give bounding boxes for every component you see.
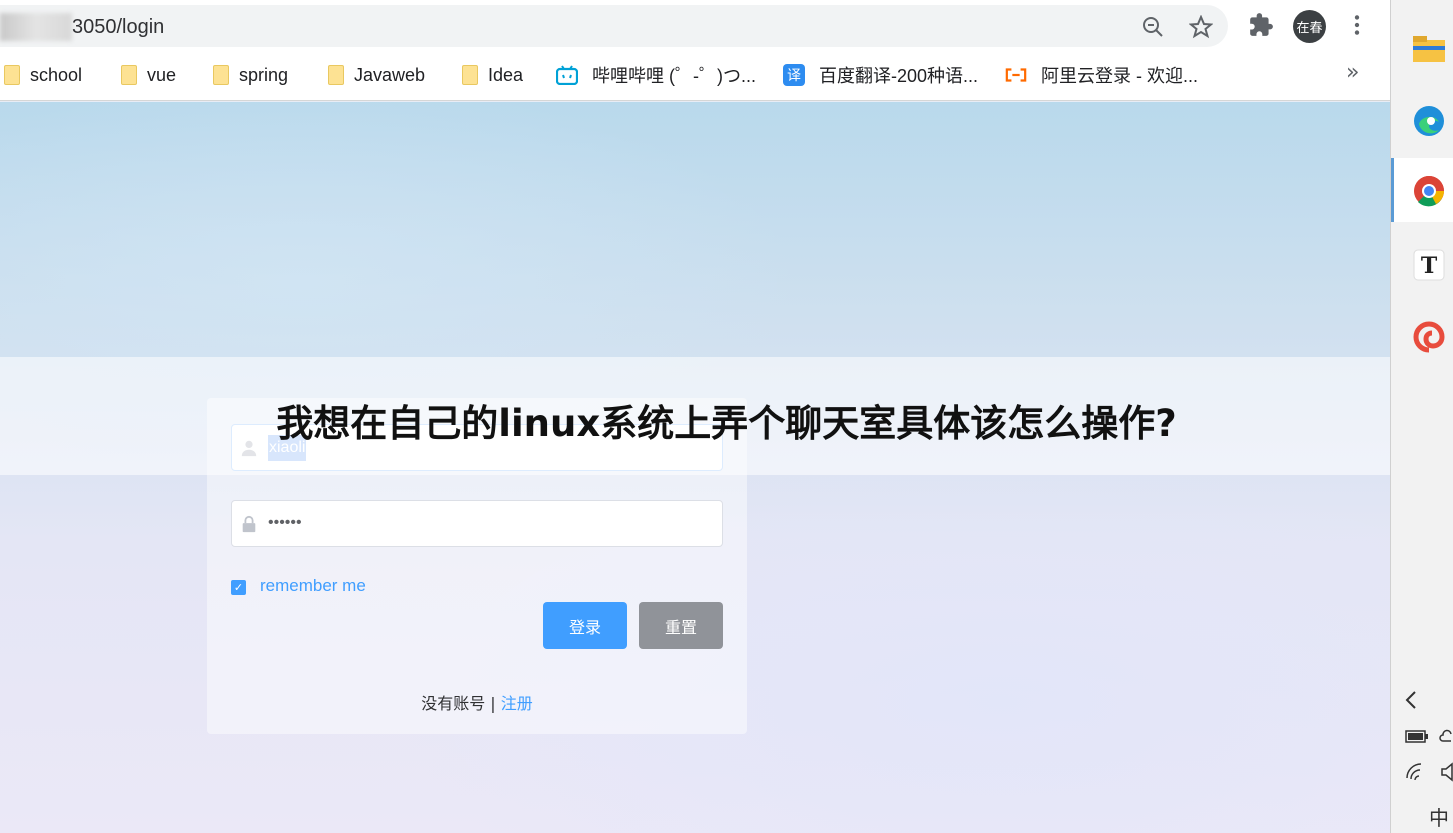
password-field[interactable]: •••••• [231, 500, 723, 547]
folder-icon [4, 65, 20, 85]
chevron-left-icon[interactable] [1403, 690, 1421, 710]
folder-icon [328, 65, 344, 85]
profile-avatar[interactable]: 在春 [1293, 10, 1326, 43]
reset-button[interactable]: 重置 [639, 602, 723, 649]
remember-label[interactable]: remember me [260, 576, 366, 596]
bookmark-label: school [30, 64, 83, 85]
battery-icon[interactable] [1405, 728, 1429, 744]
bookmark-baidu-translate[interactable]: 译 百度翻译-200种语... [783, 62, 978, 88]
bookmarks-bar: school vue spring Javaweb Idea 哔哩哔哩 (゜-゜… [0, 58, 1390, 92]
more-bookmarks-chevron-icon[interactable]: » [1346, 60, 1359, 85]
taskbar-app[interactable] [1391, 304, 1453, 368]
bookmark-spring[interactable]: spring [213, 62, 288, 88]
cloud-icon[interactable] [1439, 728, 1453, 744]
baidu-translate-icon: 译 [783, 64, 805, 86]
taskbar-edge[interactable] [1391, 88, 1453, 152]
bookmark-label: vue [147, 64, 177, 85]
browser-toolbar: 3050/login 在春 school vue spring Javaweb … [0, 0, 1390, 101]
ime-indicator[interactable]: 中 [1429, 802, 1449, 831]
file-explorer-icon [1413, 36, 1445, 62]
banner-title: 我想在自己的linux系统上弄个聊天室具体该怎么操作? [276, 402, 1177, 445]
taskbar-file-explorer[interactable] [1391, 16, 1453, 80]
svg-text:T: T [1421, 253, 1438, 279]
text-editor-icon: T [1413, 249, 1445, 281]
bookmark-star-icon[interactable] [1189, 15, 1213, 39]
bookmark-school[interactable]: school [4, 62, 82, 88]
bilibili-icon [556, 64, 578, 86]
url-blurred-part [0, 13, 72, 41]
bookmark-label: 百度翻译-200种语... [819, 66, 979, 86]
bookmark-label: 哔哩哔哩 (゜-゜)つ... [592, 66, 756, 86]
bookmark-bilibili[interactable]: 哔哩哔哩 (゜-゜)つ... [556, 62, 756, 88]
aliyun-icon [1005, 64, 1027, 86]
no-account-text: 没有账号 | [421, 694, 501, 713]
url-text[interactable]: 3050/login [72, 16, 164, 39]
address-bar[interactable]: 3050/login [0, 5, 1228, 47]
bookmark-javaweb[interactable]: Javaweb [328, 62, 425, 88]
edge-icon [1414, 106, 1444, 136]
taskbar-chrome[interactable] [1391, 158, 1453, 222]
login-button[interactable]: 登录 [543, 602, 627, 649]
remember-checkbox[interactable]: ✓ [231, 580, 246, 595]
folder-icon [121, 65, 137, 85]
bookmark-label: Idea [488, 64, 524, 85]
lock-icon [242, 515, 256, 533]
bookmark-label: spring [239, 64, 289, 85]
bookmark-label: Javaweb [354, 64, 426, 85]
password-value[interactable]: •••••• [268, 514, 302, 532]
chrome-icon [1414, 176, 1444, 207]
register-line: 没有账号 | 注册 [207, 690, 747, 714]
folder-icon [462, 65, 478, 85]
register-link[interactable]: 注册 [501, 694, 533, 713]
volume-icon[interactable] [1441, 762, 1453, 782]
windows-taskbar: T 中 [1390, 0, 1453, 833]
swirl-app-icon [1413, 321, 1445, 353]
bookmark-idea[interactable]: Idea [462, 62, 523, 88]
taskbar-typora[interactable]: T [1391, 232, 1453, 296]
bookmark-aliyun[interactable]: 阿里云登录 - 欢迎... [1005, 62, 1198, 88]
zoom-out-icon[interactable] [1141, 15, 1165, 39]
folder-icon [213, 65, 229, 85]
menu-kebab-icon[interactable] [1344, 12, 1370, 38]
wifi-icon[interactable] [1405, 762, 1427, 782]
bookmark-label: 阿里云登录 - 欢迎... [1041, 66, 1198, 86]
extensions-icon[interactable] [1248, 12, 1274, 38]
bookmark-vue[interactable]: vue [121, 62, 176, 88]
